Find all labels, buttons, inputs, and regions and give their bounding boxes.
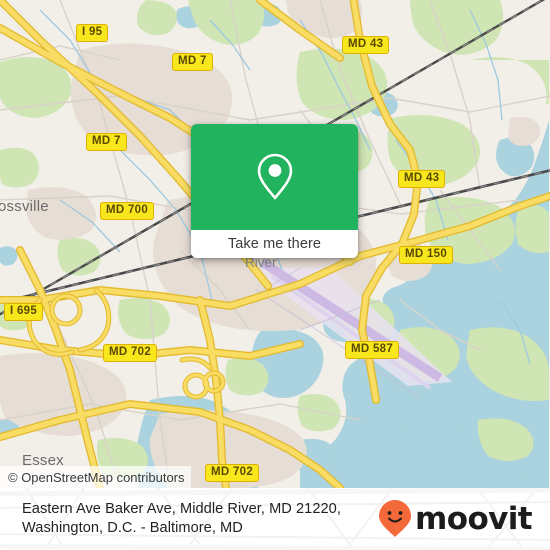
road-shield-md7-b[interactable]: MD 7	[86, 133, 127, 151]
road-shield-md43-a[interactable]: MD 43	[342, 36, 390, 54]
openstreetmap-attribution[interactable]: © OpenStreetMap contributors	[0, 466, 191, 488]
footer-bar: Eastern Ave Baker Ave, Middle River, MD …	[0, 488, 550, 550]
road-shield-i95[interactable]: I 95	[76, 24, 109, 42]
road-shield-md702-b[interactable]: MD 702	[205, 464, 260, 482]
address-block: Eastern Ave Baker Ave, Middle River, MD …	[22, 500, 341, 538]
moovit-logo[interactable]: moovit	[378, 499, 536, 539]
location-popup-card[interactable]: Take me there	[191, 124, 358, 258]
moovit-map-screenshot: ossville Essex River I 95 MD 7 MD 43 MD …	[0, 0, 550, 550]
place-label-rossville: ossville	[0, 198, 49, 215]
road-shield-md587[interactable]: MD 587	[345, 341, 400, 359]
moovit-smiley-pin-icon	[379, 500, 412, 537]
moovit-wordmark: moovit	[415, 500, 533, 537]
road-shield-md702-a[interactable]: MD 702	[103, 344, 158, 362]
card-image-area	[191, 124, 358, 230]
road-shield-md43-b[interactable]: MD 43	[398, 170, 446, 188]
take-me-there-button[interactable]: Take me there	[191, 230, 358, 258]
road-shield-md150[interactable]: MD 150	[399, 246, 454, 264]
road-shield-md700[interactable]: MD 700	[100, 202, 155, 220]
road-shield-i695[interactable]: I 695	[4, 303, 44, 321]
address-line-1: Eastern Ave Baker Ave, Middle River, MD …	[22, 501, 341, 517]
road-shield-md7-a[interactable]: MD 7	[172, 53, 213, 71]
map-pin-icon	[257, 153, 292, 200]
address-line-2: Washington, D.C. - Baltimore, MD	[22, 520, 243, 536]
footer-content: Eastern Ave Baker Ave, Middle River, MD …	[0, 488, 550, 550]
